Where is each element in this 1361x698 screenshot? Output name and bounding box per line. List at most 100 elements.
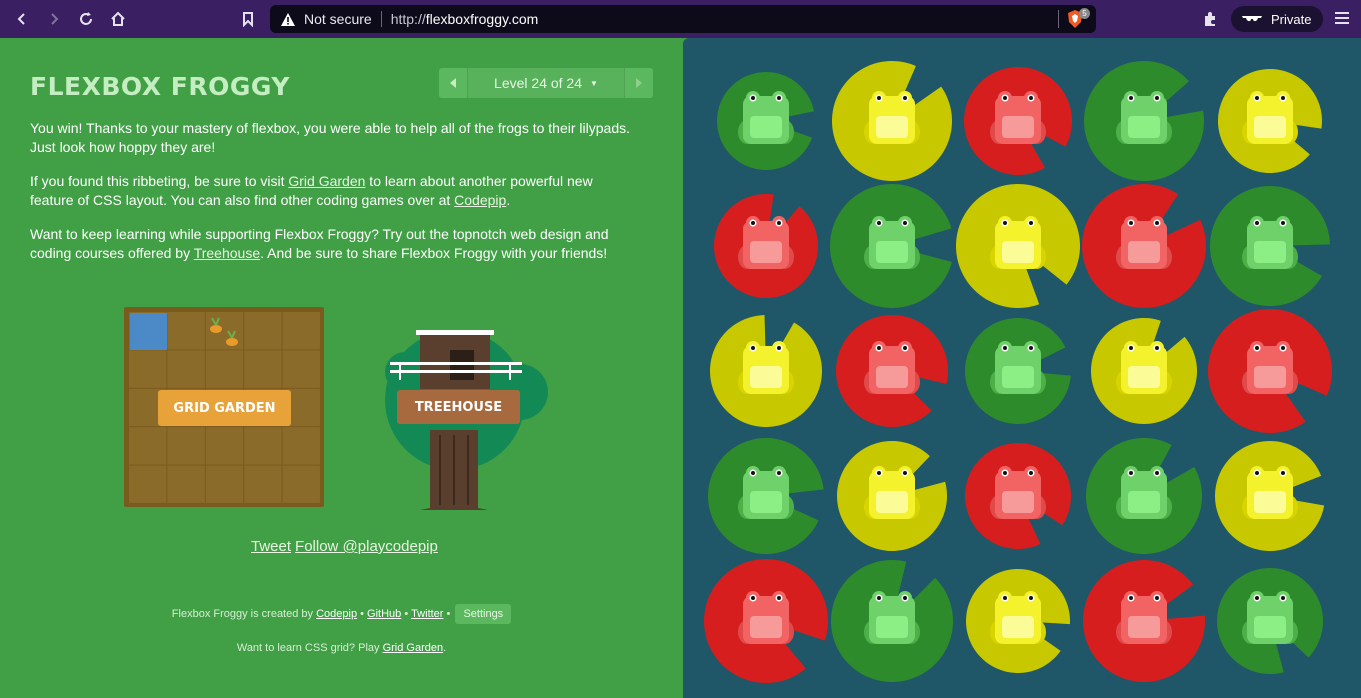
treehouse-link[interactable]: Treehouse [194,245,260,261]
follow-link[interactable]: Follow @playcodepip [295,538,438,555]
address-bar[interactable]: Not secure http://flexboxfroggy.com 5 [270,5,1096,33]
lilypad-red [1081,558,1207,684]
frog-red [738,216,794,269]
treehouse-promo[interactable]: TREEHOUSE [360,310,560,510]
frog-green [738,91,794,144]
lilypad-green [1207,183,1333,309]
lilypad-green [703,58,829,184]
codepip-link[interactable]: Codepip [454,192,506,208]
text-span: . And be sure to share Flexbox Froggy wi… [260,245,608,261]
frog-yellow [864,466,920,519]
frog-yellow [864,91,920,144]
brave-shield-icon[interactable]: 5 [1066,8,1090,29]
back-icon[interactable] [12,9,32,29]
frog-red [990,466,1046,519]
lilypad-red [703,558,829,684]
lilypad-red [829,308,955,434]
arrow-left-icon [450,78,456,88]
frog-green [864,216,920,269]
frog-yellow [990,216,1046,269]
toolbar-divider [1058,10,1059,28]
settings-button[interactable]: Settings [455,604,512,624]
lilypad-green [1081,58,1207,184]
shield-count: 5 [1079,8,1090,19]
forward-icon[interactable] [44,9,64,29]
frog-red [1242,341,1298,394]
instructions-panel: FLEXBOX FROGGY Level 24 of 24 ▼ You win!… [0,38,683,698]
grid-garden-link[interactable]: Grid Garden [288,173,365,189]
frog-green [864,591,920,644]
url-prefix: http:// [390,11,426,27]
reload-icon[interactable] [76,9,96,29]
lilypad-yellow [829,58,955,184]
lilypad-green [955,308,1081,434]
lilypad-yellow [829,433,955,559]
extensions-icon[interactable] [1200,9,1220,29]
frog-yellow [738,341,794,394]
caret-down-icon: ▼ [590,78,598,88]
tweet-link[interactable]: Tweet [251,538,291,555]
url-text[interactable]: http://flexboxfroggy.com [391,11,539,27]
security-label[interactable]: Not secure [304,11,372,27]
credits-footer: Flexbox Froggy is created by Codepip • G… [0,604,683,624]
lilypad-green [829,558,955,684]
menu-icon[interactable] [1334,11,1350,30]
lilypad-red [1081,183,1207,309]
lilypad-yellow [1207,58,1333,184]
url-divider [380,11,382,27]
frog-green [1116,466,1172,519]
footer-grid-garden-link[interactable]: Grid Garden [383,642,444,654]
win-message: You win! Thanks to your mastery of flexb… [30,120,630,155]
next-level-button[interactable] [625,68,653,98]
grid-footer: Want to learn CSS grid? Play Grid Garden… [0,642,683,654]
frog-red [864,341,920,394]
footer-twitter-link[interactable]: Twitter [411,608,443,620]
frog-red [1116,591,1172,644]
level-selector[interactable]: Level 24 of 24 ▼ [439,68,653,98]
footer-codepip-link[interactable]: Codepip [316,608,357,620]
treehouse-message: Want to keep learning while supporting F… [30,225,640,263]
text-span: If you found this ribbeting, be sure to … [30,173,289,189]
water-tile [130,313,167,350]
carrot-icon [210,317,238,346]
lilypad-red [955,58,1081,184]
lilypad-green [1081,433,1207,559]
frog-green [990,341,1046,394]
frog-yellow [1242,466,1298,519]
lilypad-red [955,433,1081,559]
grid-garden-button[interactable]: GRID GARDEN [158,390,291,426]
footer-github-link[interactable]: GitHub [367,608,401,620]
frog-green [738,466,794,519]
arrow-right-icon [636,78,642,88]
bookmark-icon[interactable] [238,9,258,29]
lilypad-yellow [955,183,1081,309]
level-indicator[interactable]: Level 24 of 24 ▼ [467,68,625,98]
lilypad-green [1207,558,1333,684]
url-host: flexboxfroggy.com [425,11,539,27]
grid-footer-text: Want to learn CSS grid? Play [236,642,383,654]
treehouse-button[interactable]: TREEHOUSE [397,390,520,424]
lilypad-yellow [703,308,829,434]
home-icon[interactable] [108,9,128,29]
lilypad-green [829,183,955,309]
frog-red [738,591,794,644]
frog-green [1116,91,1172,144]
previous-level-button[interactable] [439,68,467,98]
lilypad-yellow [1081,308,1207,434]
lilypad-red [1207,308,1333,434]
grid-footer-end: . [443,642,447,654]
warning-icon [280,11,296,27]
frog-red [990,91,1046,144]
social-links: Tweet Follow @playcodepip [251,538,442,555]
private-window-button[interactable]: Private [1231,6,1323,32]
frog-yellow [1242,91,1298,144]
lilypad-red [703,183,829,309]
grid-garden-message: If you found this ribbeting, be sure to … [30,172,640,210]
text-span: . [506,192,511,208]
grid-garden-promo[interactable]: GRID GARDEN [124,307,324,507]
created-by-text: Flexbox Froggy is created by [171,608,317,620]
lilypad-yellow [955,558,1081,684]
private-glasses-icon [1242,16,1262,22]
game-logo: FLEXBOX FROGGY [30,72,290,101]
frog-yellow [1116,341,1172,394]
